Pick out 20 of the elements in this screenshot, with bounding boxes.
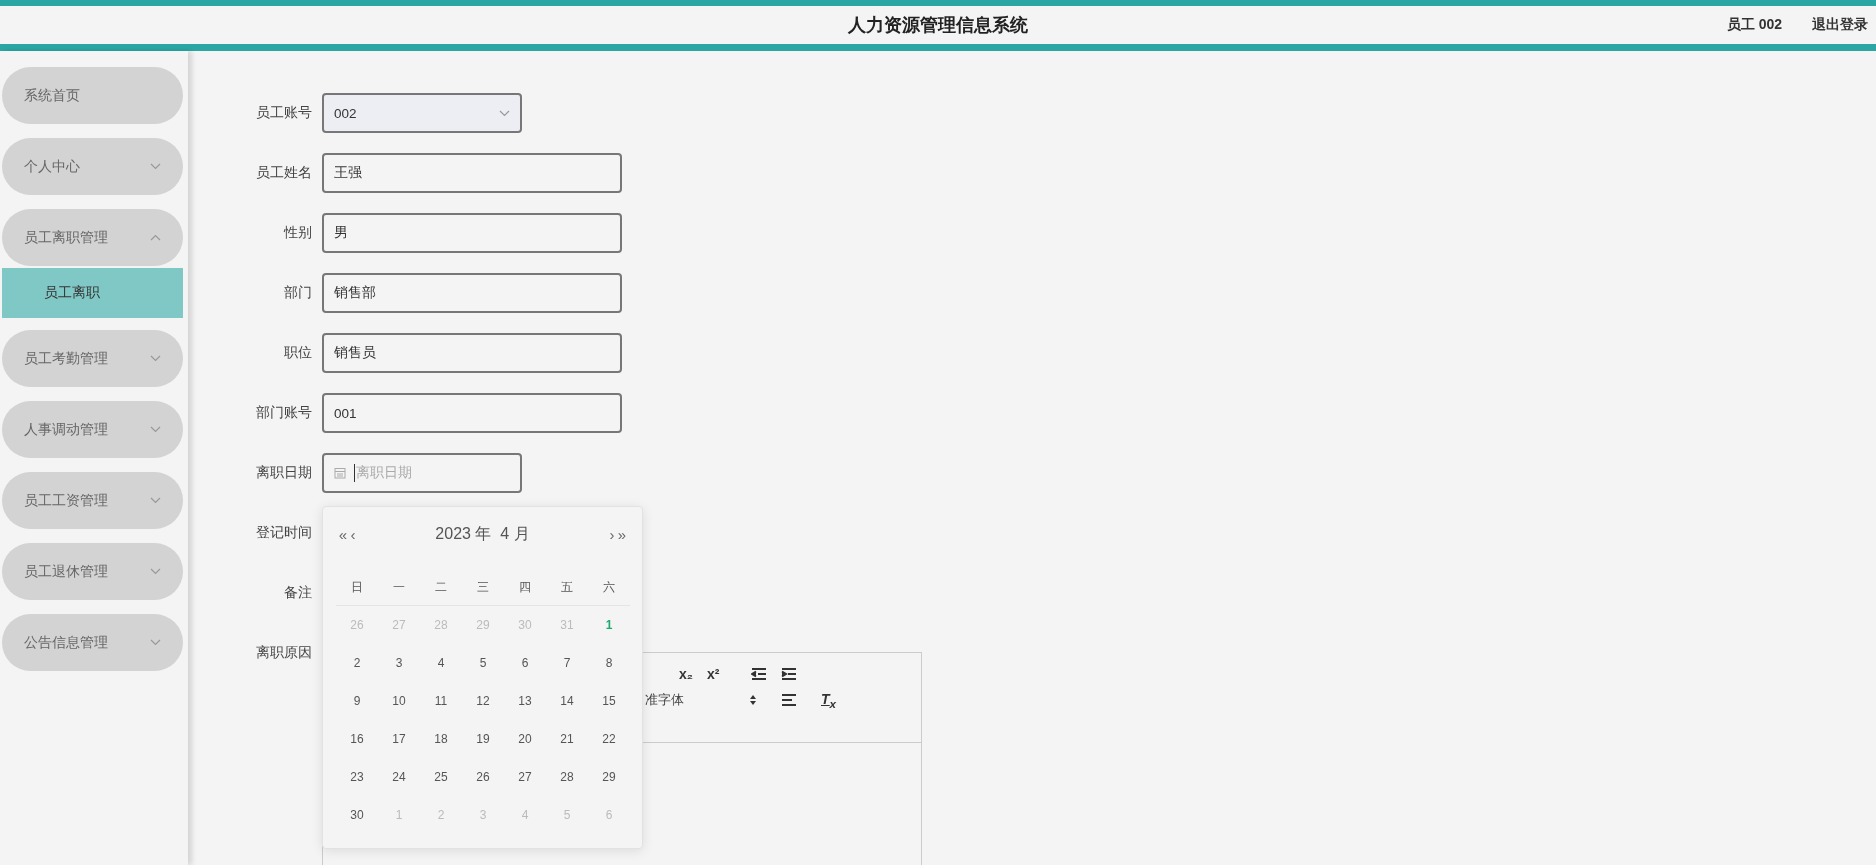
weekday-label: 一 [378,569,420,606]
field-label: 离职日期 [255,464,312,482]
field-label: 性别 [282,224,312,242]
field-label: 部门 [283,284,312,302]
field-label: 备注 [283,584,312,602]
field-label: 员工账号 [255,104,312,122]
weekday-label: 日 [336,569,378,606]
field-label: 部门账号 [255,404,312,422]
weekday-label: 二 [420,569,462,606]
month-title: 2023 年 4 月 [434,523,531,544]
field-label: 离职原因 [255,644,312,662]
field-label: 员工姓名 [255,164,312,182]
weekday-label: 五 [546,569,588,606]
app-title: 人力资源管理信息系统 [848,14,1028,37]
weekday-label: 四 [504,569,546,606]
field-label: 职位 [283,344,312,362]
weekday-label: 三 [462,569,504,606]
weekday-label: 六 [588,569,630,606]
field-label: 登记时间 [255,524,312,542]
user-name: 员工 002 [1726,16,1782,34]
